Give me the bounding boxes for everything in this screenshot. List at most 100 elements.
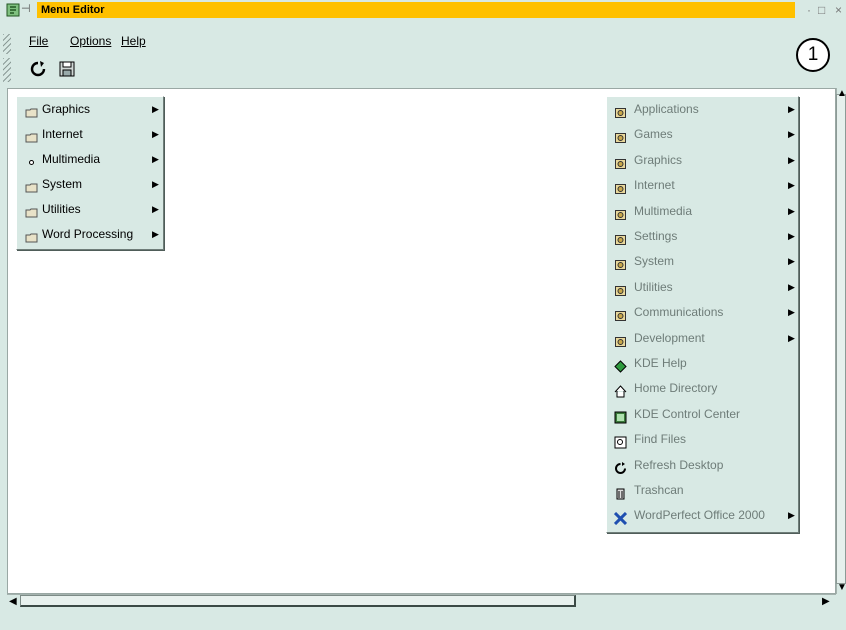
k-menu-item[interactable]: Utilities ▶ [607, 275, 798, 300]
menu-item-label: Applications [634, 102, 699, 116]
menu-item-label: Multimedia [42, 152, 101, 166]
multimedia-icon [614, 205, 627, 220]
home-icon [614, 382, 627, 398]
submenu-arrow-icon: ▶ [152, 104, 159, 114]
menu-item-label: Refresh Desktop [634, 457, 724, 472]
toolbar-grip[interactable] [3, 58, 11, 82]
submenu-arrow-icon: ▶ [788, 231, 795, 241]
k-menu-item[interactable]: Home Directory [607, 376, 798, 401]
k-menu-item[interactable]: Applications ▶ [607, 97, 798, 122]
help-icon [614, 357, 627, 373]
menu-item-label: Multimedia [634, 203, 693, 218]
menu-item-label: Internet [634, 178, 675, 193]
menu-options[interactable]: Options [70, 34, 111, 48]
refresh-icon[interactable] [29, 60, 47, 78]
menu-item-label: System [634, 254, 675, 269]
control-center-icon [614, 408, 627, 424]
menu-item-label: Communications [634, 305, 724, 320]
trash-icon [614, 484, 627, 500]
left-menu-item[interactable]: Graphics ▶ [17, 97, 163, 122]
window-title: Menu Editor [37, 2, 795, 18]
k-menu-item[interactable]: Graphics ▶ [607, 148, 798, 173]
menu-file[interactable]: File [29, 34, 48, 48]
folder-icon [25, 203, 38, 218]
left-menu-item[interactable]: Internet ▶ [17, 122, 163, 147]
k-menu-item[interactable]: KDE Help [607, 351, 798, 376]
submenu-arrow-icon: ▶ [788, 104, 795, 114]
scroll-down-arrow[interactable]: ▼ [837, 582, 846, 594]
menu-help[interactable]: Help [121, 34, 146, 48]
submenu-arrow-icon: ▶ [788, 281, 795, 292]
submenu-arrow-icon: ▶ [788, 510, 795, 521]
menu-item-label: Trashcan [634, 483, 684, 497]
minimize-button[interactable]: · [807, 2, 811, 18]
settings-icon [614, 230, 627, 245]
folder-icon [25, 128, 38, 143]
k-menu-item[interactable]: Trashcan [607, 478, 798, 503]
k-menu-item[interactable]: KDE Control Center [607, 402, 798, 427]
graphics-icon [614, 154, 627, 169]
k-menu-item[interactable]: Development ▶ [607, 326, 798, 351]
submenu-arrow-icon: ▶ [788, 205, 795, 216]
folder-icon [25, 228, 38, 243]
menu-item-label: Utilities [42, 202, 81, 216]
submenu-arrow-icon: ▶ [788, 129, 795, 140]
submenu-arrow-icon: ▶ [152, 179, 159, 189]
applications-icon [614, 103, 627, 118]
save-icon[interactable] [58, 60, 76, 78]
k-menu-item[interactable]: Games ▶ [607, 122, 798, 147]
communications-icon [614, 306, 627, 322]
menu-item-label: Graphics [634, 152, 683, 167]
k-menu-item[interactable]: Refresh Desktop [607, 453, 798, 478]
horizontal-scroll-thumb[interactable] [20, 595, 576, 607]
utilities-icon [614, 281, 627, 296]
submenu-arrow-icon: ▶ [788, 332, 795, 343]
scroll-up-arrow[interactable]: ▲ [837, 88, 846, 100]
close-button[interactable]: × [835, 2, 842, 18]
k-menu-item[interactable]: System ▶ [607, 249, 798, 274]
menubar-grip[interactable] [3, 34, 11, 54]
submenu-arrow-icon: ▶ [152, 154, 159, 164]
left-menu-item[interactable]: Utilities ▶ [17, 197, 163, 222]
wordperfect-icon [613, 509, 628, 526]
maximize-button[interactable]: □ [818, 2, 825, 18]
submenu-arrow-icon: ▶ [788, 154, 795, 165]
scroll-left-arrow[interactable]: ◀ [9, 596, 17, 608]
submenu-arrow-icon: ▶ [788, 307, 795, 318]
status-bar [0, 610, 846, 630]
internet-icon [614, 179, 627, 195]
menu-item-label: WordPerfect Office 2000 [634, 508, 765, 523]
scroll-right-arrow[interactable]: ▶ [822, 596, 830, 608]
pin-icon[interactable]: ⊣ [21, 2, 31, 15]
left-menu-tree: Graphics ▶ Internet ▶ Multimedia ▶ System ▶ Util… [16, 96, 164, 250]
app-icon[interactable] [6, 3, 20, 17]
submenu-arrow-icon: ▶ [788, 256, 795, 267]
system-icon [614, 255, 627, 271]
k-menu-item[interactable]: WordPerfect Office 2000 ▶ [607, 503, 798, 528]
left-menu-item[interactable]: System ▶ [17, 172, 163, 197]
menu-item-label: Settings [634, 229, 678, 243]
bullet-icon [25, 153, 38, 166]
refresh-icon [614, 459, 627, 474]
k-menu-item[interactable]: Settings ▶ [607, 224, 798, 249]
left-menu-item[interactable]: Word Processing ▶ [17, 222, 163, 247]
k-menu-item[interactable]: Internet ▶ [607, 173, 798, 198]
find-icon [614, 433, 627, 449]
left-menu-item[interactable]: Multimedia ▶ [17, 147, 163, 172]
development-icon [614, 332, 627, 347]
title-bar: ⊣ Menu Editor · □ × [0, 0, 846, 20]
folder-icon [25, 178, 38, 193]
submenu-arrow-icon: ▶ [152, 129, 159, 139]
folder-icon [25, 103, 38, 118]
menu-item-label: Graphics [42, 102, 91, 116]
vertical-scroll-thumb[interactable] [836, 94, 846, 584]
menu-item-label: System [42, 177, 83, 191]
annotation-badge: 1 [796, 38, 830, 72]
k-menu-item[interactable]: Communications ▶ [607, 300, 798, 325]
menu-item-label: Utilities [634, 279, 673, 294]
menu-item-label: Internet [42, 127, 83, 141]
submenu-arrow-icon: ▶ [152, 229, 159, 239]
k-menu-item[interactable]: Multimedia ▶ [607, 199, 798, 224]
menu-item-label: Games [634, 127, 673, 142]
k-menu-item[interactable]: Find Files [607, 427, 798, 452]
